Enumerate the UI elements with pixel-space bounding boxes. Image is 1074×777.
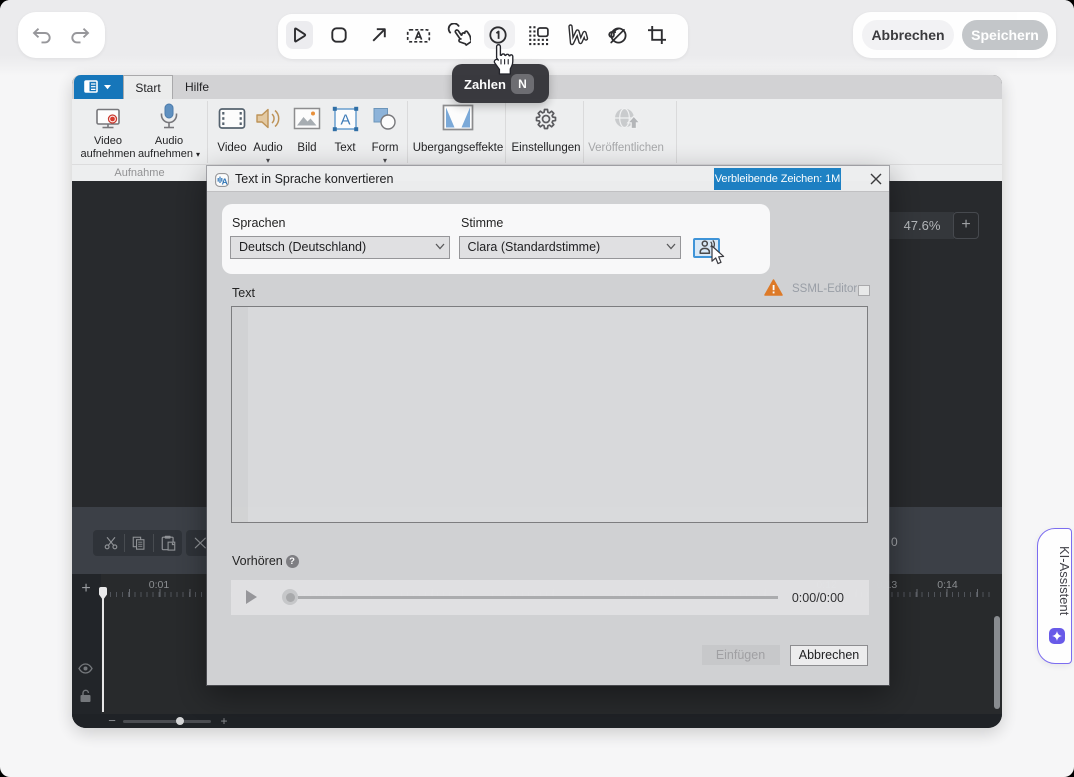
svg-text:A: A: [222, 177, 228, 187]
svg-text:A: A: [340, 112, 350, 129]
